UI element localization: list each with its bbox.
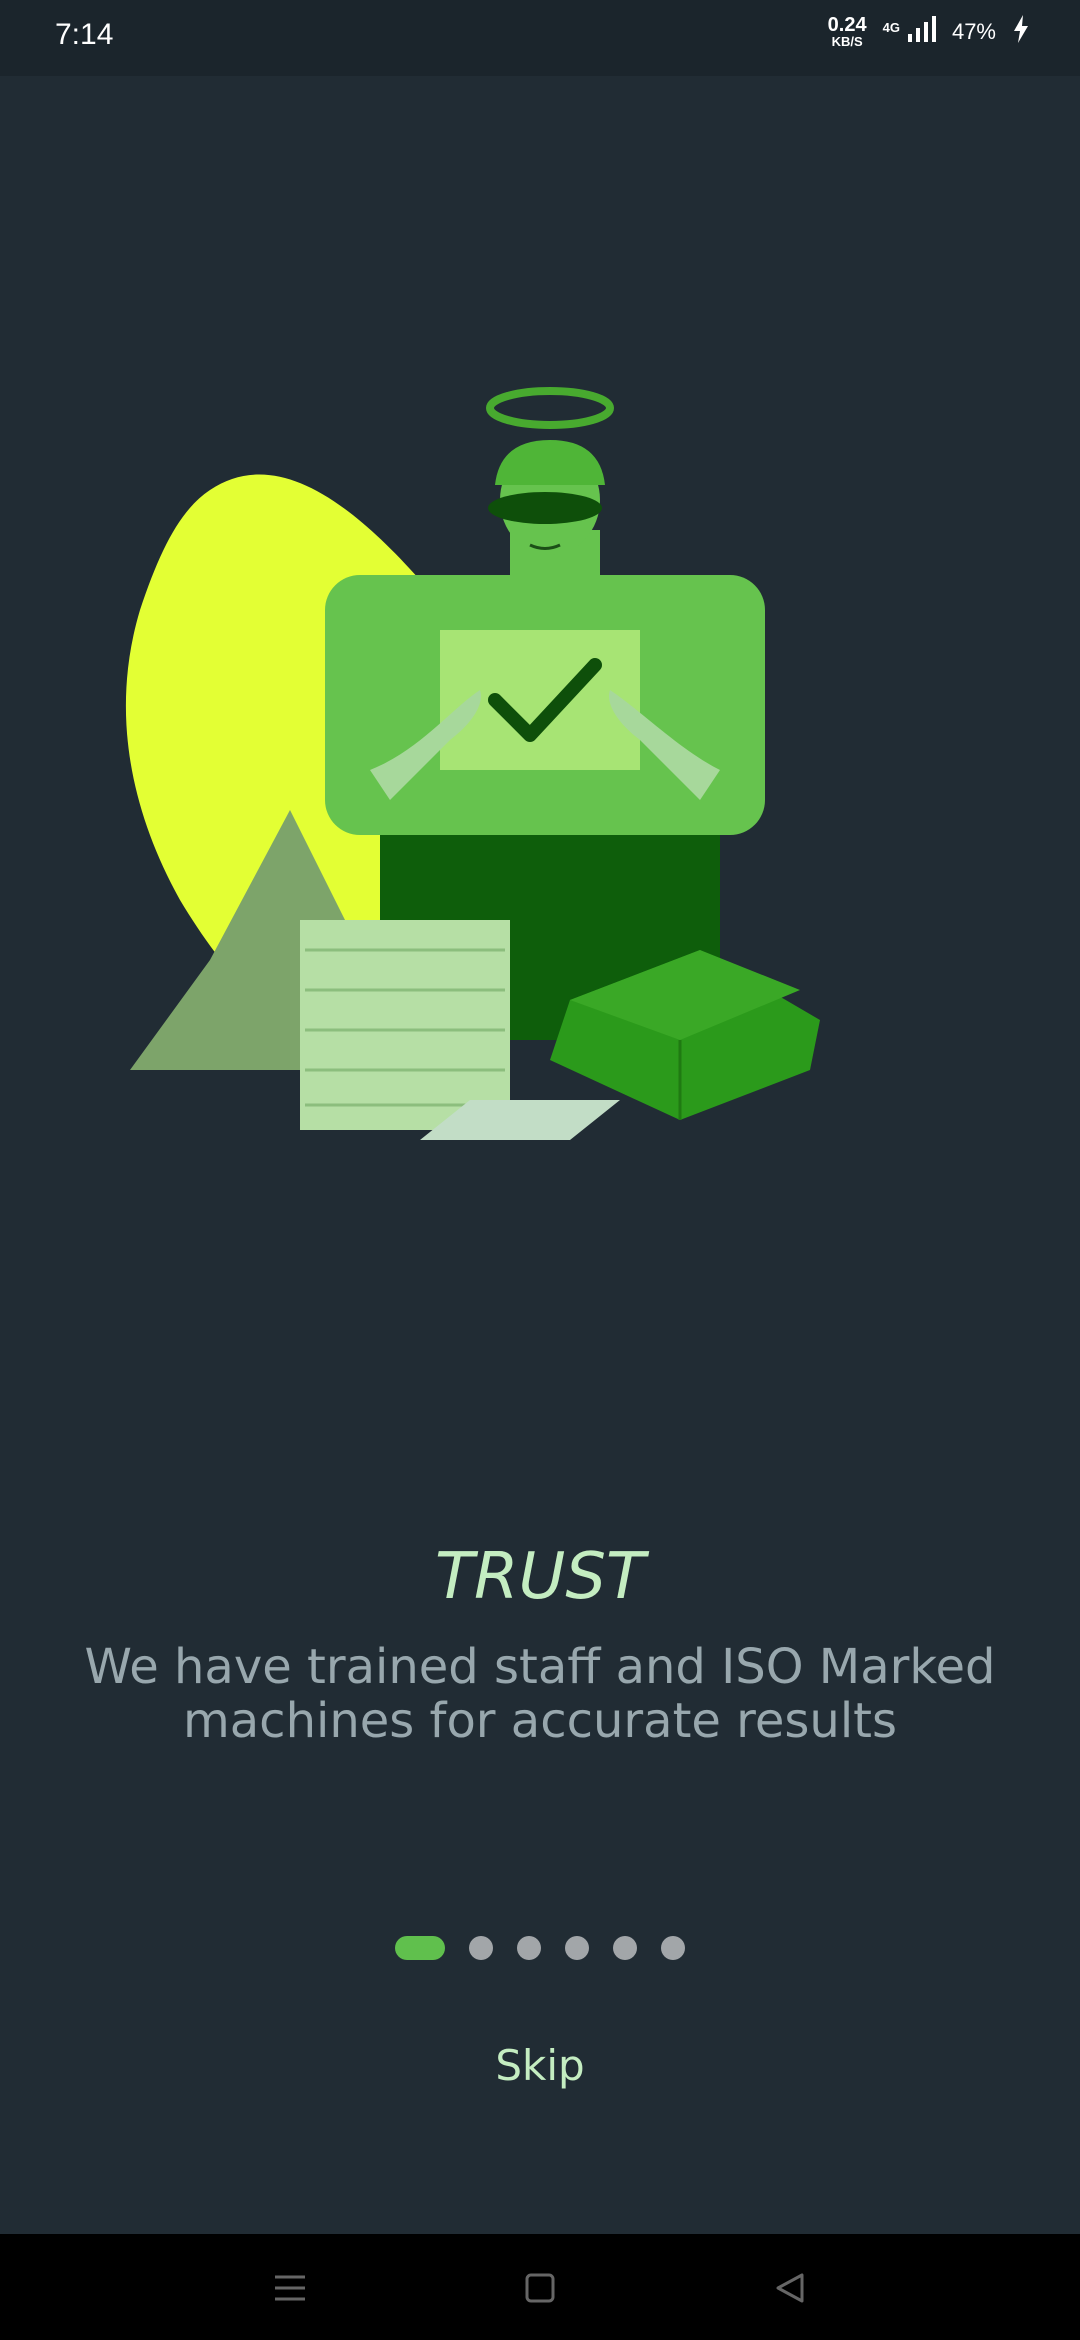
battery-percent: 47%	[951, 18, 996, 44]
home-icon[interactable]	[510, 2260, 570, 2316]
skip-button[interactable]: Skip	[440, 2030, 640, 2100]
page-indicator	[0, 1936, 1080, 1960]
page-dot	[517, 1936, 541, 1960]
menu-icon[interactable]	[260, 2260, 320, 2316]
status-bar: 7:14 0.24 KB/S 4G 47%	[0, 0, 1080, 76]
navigation-bar	[0, 2234, 1080, 2340]
network-type: 4G	[882, 20, 900, 35]
page-dot	[469, 1936, 493, 1960]
page-title: TRUST	[434, 1540, 646, 1614]
halo-icon	[486, 387, 614, 429]
back-icon[interactable]	[760, 2260, 820, 2316]
page-dot	[565, 1936, 589, 1960]
signal-icon	[906, 14, 936, 49]
network-speed: 0.24 KB/S	[828, 15, 867, 48]
charging-icon	[1012, 15, 1030, 48]
network-speed-unit: KB/S	[831, 34, 863, 49]
status-indicators: 0.24 KB/S 4G 47%	[828, 14, 1030, 49]
page-description: We have trained staff and ISO Marked mac…	[84, 1639, 996, 1749]
page-dot-active	[395, 1936, 445, 1960]
page-dot	[613, 1936, 637, 1960]
trust-illustration	[120, 380, 880, 1160]
status-time: 7:14	[55, 18, 114, 51]
network-speed-value: 0.24	[827, 14, 867, 36]
page-dot	[661, 1936, 685, 1960]
